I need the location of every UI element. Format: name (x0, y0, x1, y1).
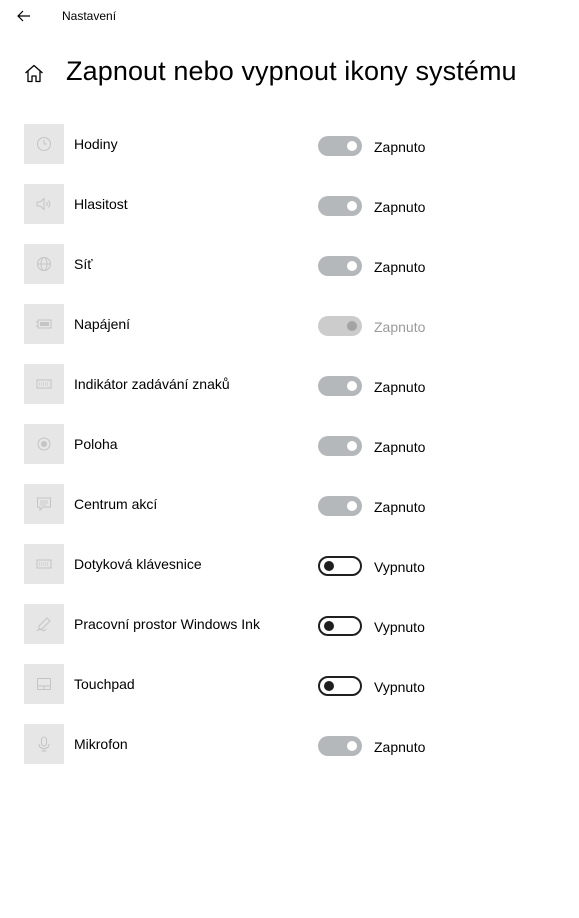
speaker-icon (24, 184, 64, 224)
page-header: Zapnout nebo vypnout ikony systému (0, 50, 579, 96)
pen-icon (24, 604, 64, 644)
location-icon (24, 424, 64, 464)
setting-label: Hodiny (74, 136, 118, 152)
setting-row: Síť Zapnuto (0, 244, 579, 284)
setting-label: Mikrofon (74, 736, 128, 752)
toggle-state-label: Zapnuto (374, 379, 426, 395)
setting-row: Napájení Zapnuto (0, 304, 579, 344)
toggle-state-label: Zapnuto (374, 199, 426, 215)
arrow-left-icon (17, 10, 31, 22)
toggle-state-label: Zapnuto (374, 439, 426, 455)
toggle-switch[interactable] (318, 496, 362, 516)
setting-row: Indikátor zadávání znaků Zapnuto (0, 364, 579, 404)
toggle-knob (347, 201, 357, 211)
toggle-switch[interactable] (318, 676, 362, 696)
toggle-state-label: Zapnuto (374, 139, 426, 155)
toggle-knob (324, 681, 334, 691)
toggle-switch[interactable] (318, 376, 362, 396)
toggle-switch[interactable] (318, 556, 362, 576)
setting-row: Hodiny Zapnuto (0, 124, 579, 164)
microphone-icon (24, 724, 64, 764)
toggle-knob (347, 321, 357, 331)
touchpad-icon (24, 664, 64, 704)
touch-keyboard-icon (24, 544, 64, 584)
toggle-switch[interactable] (318, 436, 362, 456)
setting-label: Touchpad (74, 676, 135, 692)
toggle-state-label: Zapnuto (374, 259, 426, 275)
setting-row: Centrum akcí Zapnuto (0, 484, 579, 524)
setting-label: Centrum akcí (74, 496, 158, 512)
toggle-switch[interactable] (318, 736, 362, 756)
toggle-knob (347, 501, 357, 511)
toggle-switch[interactable] (318, 136, 362, 156)
toggle-state-label: Vypnuto (374, 679, 425, 695)
setting-label: Pracovní prostor Windows Ink (74, 616, 260, 632)
toggle-state-label: Zapnuto (374, 499, 426, 515)
setting-row: Poloha Zapnuto (0, 424, 579, 464)
page-title: Zapnout nebo vypnout ikony systému (66, 56, 517, 86)
home-icon[interactable] (22, 61, 46, 85)
action-center-icon (24, 484, 64, 524)
setting-label: Poloha (74, 436, 118, 452)
setting-row: Touchpad Vypnuto (0, 664, 579, 704)
toggle-state-label: Zapnuto (374, 319, 426, 335)
toggle-knob (324, 621, 334, 631)
setting-label: Napájení (74, 316, 131, 332)
setting-row: Dotyková klávesnice Vypnuto (0, 544, 579, 584)
toggle-switch[interactable] (318, 616, 362, 636)
setting-row: Mikrofon Zapnuto (0, 724, 579, 764)
toggle-switch[interactable] (318, 256, 362, 276)
toggle-knob (347, 441, 357, 451)
toggle-state-label: Vypnuto (374, 619, 425, 635)
clock-icon (24, 124, 64, 164)
toggle-knob (347, 741, 357, 751)
toggle-knob (347, 261, 357, 271)
setting-label: Hlasitost (74, 196, 128, 212)
keyboard-icon (24, 364, 64, 404)
toggle-state-label: Vypnuto (374, 559, 425, 575)
back-button[interactable] (8, 4, 40, 28)
globe-icon (24, 244, 64, 284)
setting-label: Dotyková klávesnice (74, 556, 202, 572)
title-bar: Nastavení (0, 0, 579, 32)
setting-label: Síť (74, 256, 93, 272)
toggle-switch[interactable] (318, 196, 362, 216)
app-title: Nastavení (62, 9, 117, 23)
toggle-knob (324, 561, 334, 571)
system-icons-list: Hodiny Zapnuto Hlasitost Zapnuto Síť Zapnuto N… (0, 124, 579, 784)
setting-row: Hlasitost Zapnuto (0, 184, 579, 224)
toggle-state-label: Zapnuto (374, 739, 426, 755)
setting-row: Pracovní prostor Windows Ink Vypnuto (0, 604, 579, 644)
battery-icon (24, 304, 64, 344)
setting-label: Indikátor zadávání znaků (74, 376, 230, 392)
toggle-knob (347, 381, 357, 391)
toggle-switch (318, 316, 362, 336)
toggle-knob (347, 141, 357, 151)
